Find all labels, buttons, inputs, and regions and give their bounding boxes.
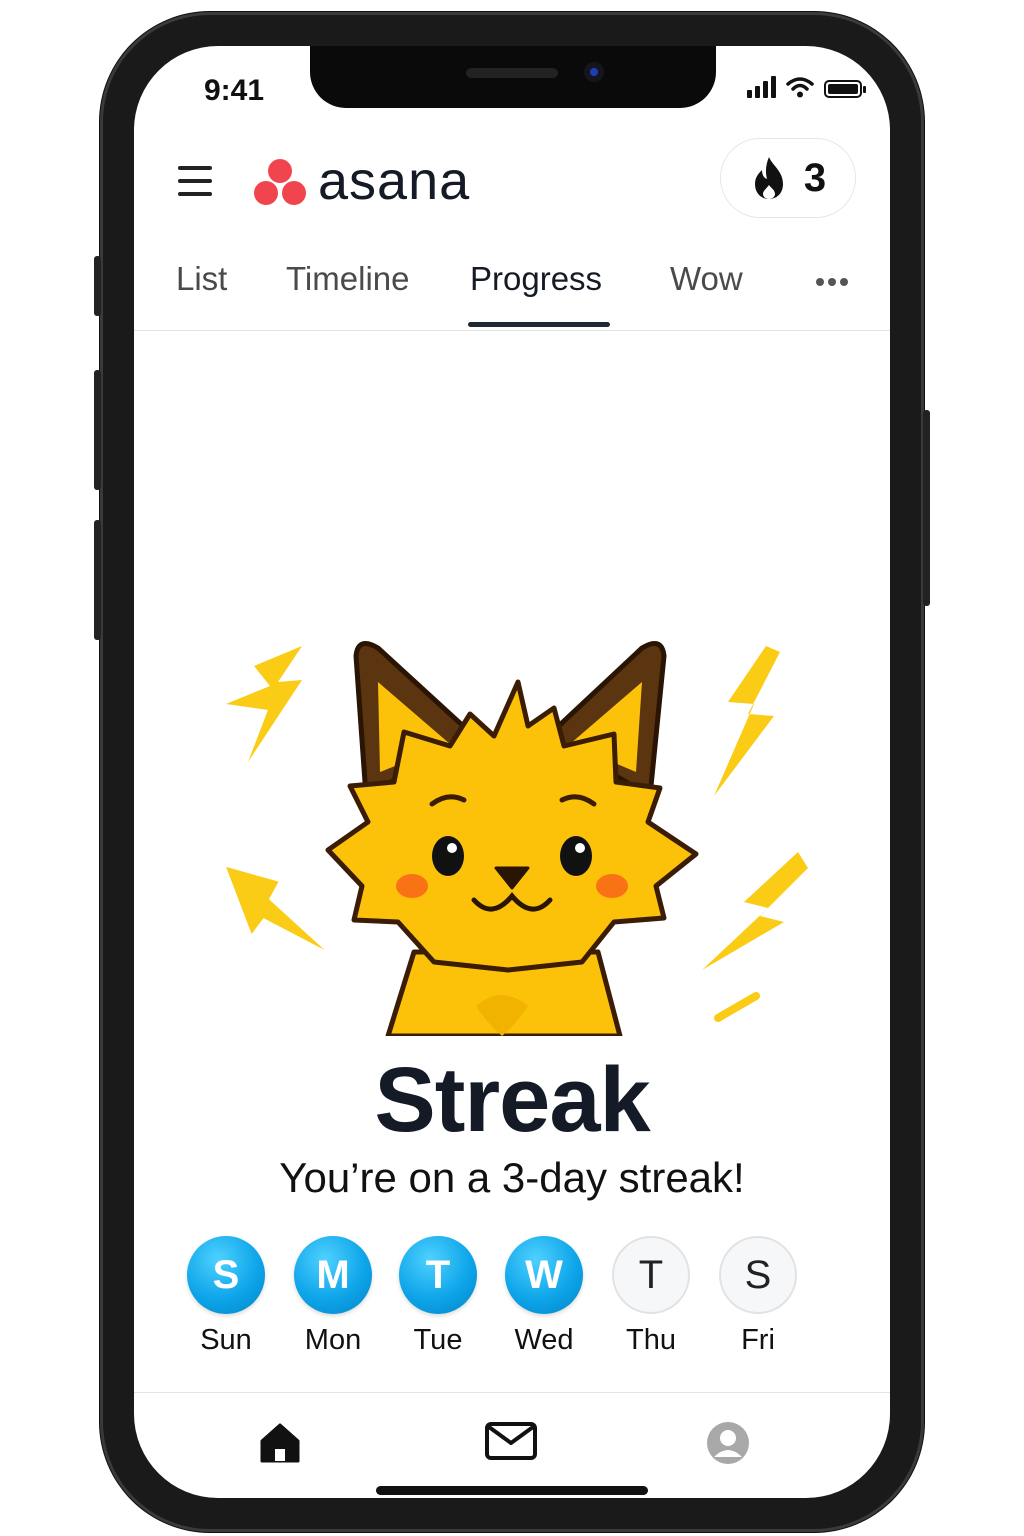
day-circle-pending: S — [719, 1236, 797, 1314]
status-time: 9:41 — [204, 74, 265, 107]
streak-week-tracker: S Sun M Mon T Tue W Wed T Thu S Fri — [186, 1236, 806, 1366]
front-camera — [584, 62, 604, 82]
spark-icon — [714, 992, 760, 1022]
lightning-bolt-icon — [714, 646, 780, 796]
day-circle-completed: T — [399, 1236, 477, 1314]
top-app-bar: asana 3 — [134, 138, 890, 228]
app-screen: 9:41 asana 3 List Timeline Progress Wow … — [134, 46, 890, 1498]
cellular-signal-icon — [747, 76, 776, 98]
streak-message: You’re on a 3-day streak! — [279, 1154, 745, 1201]
tab-list[interactable]: List — [176, 260, 227, 298]
day-friday: S Fri — [718, 1236, 798, 1357]
project-tabs: List Timeline Progress Wow — [134, 252, 890, 331]
streak-title: Streak — [374, 1049, 650, 1151]
day-label: Wed — [514, 1324, 574, 1356]
lightning-bolt-icon — [226, 866, 325, 950]
day-label: Mon — [304, 1324, 362, 1356]
tab-progress[interactable]: Progress — [470, 260, 602, 298]
mascot-left-eye — [432, 836, 464, 876]
hamburger-menu-icon[interactable] — [178, 166, 212, 196]
day-label: Fri — [741, 1324, 775, 1356]
inbox-icon[interactable] — [484, 1421, 538, 1461]
day-label: Sun — [200, 1324, 252, 1356]
lightning-bolt-icon — [226, 646, 302, 762]
volume-down-button — [94, 520, 101, 640]
day-circle-pending: T — [612, 1236, 690, 1314]
status-icons — [747, 76, 866, 98]
profile-icon[interactable] — [706, 1421, 750, 1465]
bottom-navigation — [134, 1392, 890, 1498]
day-label: Tue — [413, 1324, 463, 1356]
mascot-right-eye — [560, 836, 592, 876]
power-button — [923, 410, 930, 606]
day-monday: M Mon — [293, 1236, 373, 1357]
home-indicator[interactable] — [376, 1486, 648, 1495]
day-thursday: T Thu — [611, 1236, 691, 1357]
active-tab-indicator — [468, 322, 610, 327]
more-tabs-icon[interactable] — [816, 278, 848, 286]
day-circle-completed: S — [187, 1236, 265, 1314]
asana-logo[interactable]: asana — [252, 150, 470, 212]
lightning-bolt-icon — [702, 852, 808, 970]
wifi-icon — [786, 77, 814, 98]
notch — [310, 46, 716, 108]
mascot-illustration — [226, 641, 808, 1036]
tab-wow[interactable]: Wow — [670, 260, 743, 298]
mute-switch — [94, 256, 101, 316]
streak-count: 3 — [803, 155, 827, 200]
logo-wordmark: asana — [318, 151, 471, 211]
day-label: Thu — [626, 1324, 676, 1356]
earpiece-speaker — [466, 68, 558, 78]
volume-up-button — [94, 370, 101, 490]
day-sunday: S Sun — [186, 1236, 266, 1357]
asana-dots-icon — [252, 155, 308, 207]
battery-icon — [824, 80, 866, 98]
home-icon[interactable] — [258, 1421, 302, 1465]
streak-counter-button[interactable]: 3 — [720, 138, 856, 218]
tab-timeline[interactable]: Timeline — [286, 260, 409, 298]
flame-icon — [754, 157, 783, 199]
day-wednesday: W Wed — [504, 1236, 584, 1357]
day-circle-completed: W — [505, 1236, 583, 1314]
day-circle-completed: M — [294, 1236, 372, 1314]
day-tuesday: T Tue — [398, 1236, 478, 1357]
